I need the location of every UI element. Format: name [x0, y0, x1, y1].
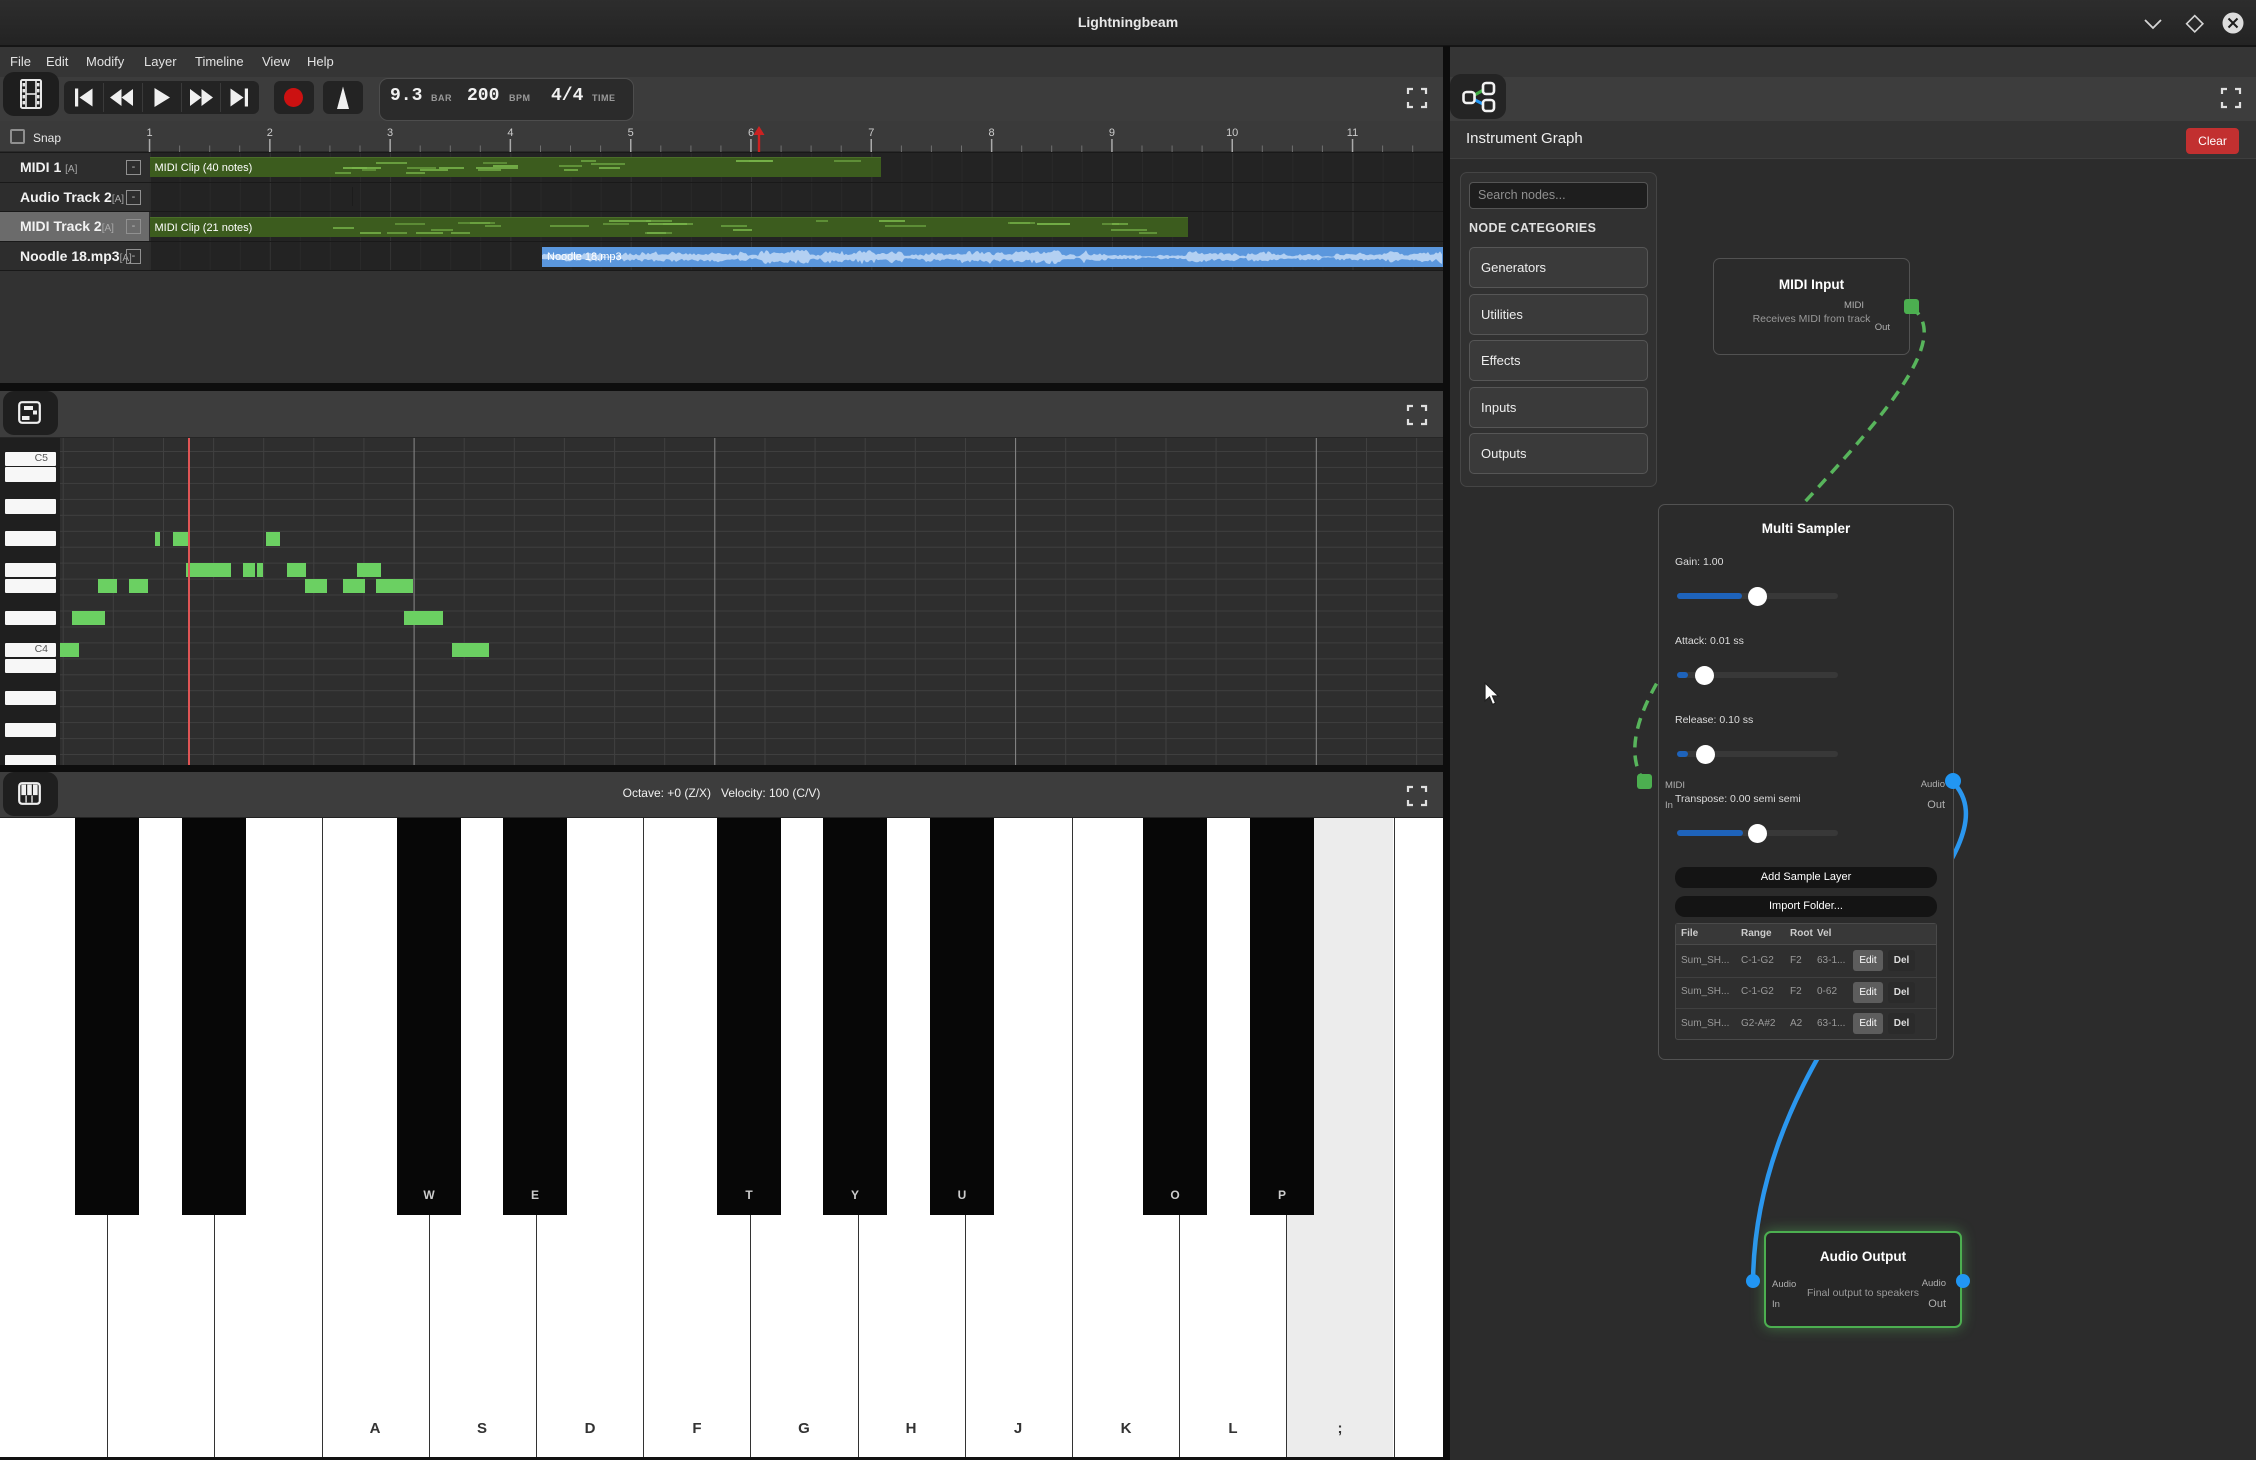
svg-text:5: 5 [628, 127, 634, 139]
svg-text:10: 10 [1226, 127, 1238, 139]
svg-text:1: 1 [146, 127, 152, 139]
svg-text:8: 8 [989, 127, 995, 139]
svg-text:11: 11 [1347, 127, 1358, 139]
svg-text:2: 2 [267, 127, 273, 139]
svg-text:9: 9 [1109, 127, 1115, 139]
svg-text:4: 4 [507, 127, 513, 139]
svg-text:3: 3 [387, 127, 393, 139]
svg-text:7: 7 [868, 127, 874, 139]
